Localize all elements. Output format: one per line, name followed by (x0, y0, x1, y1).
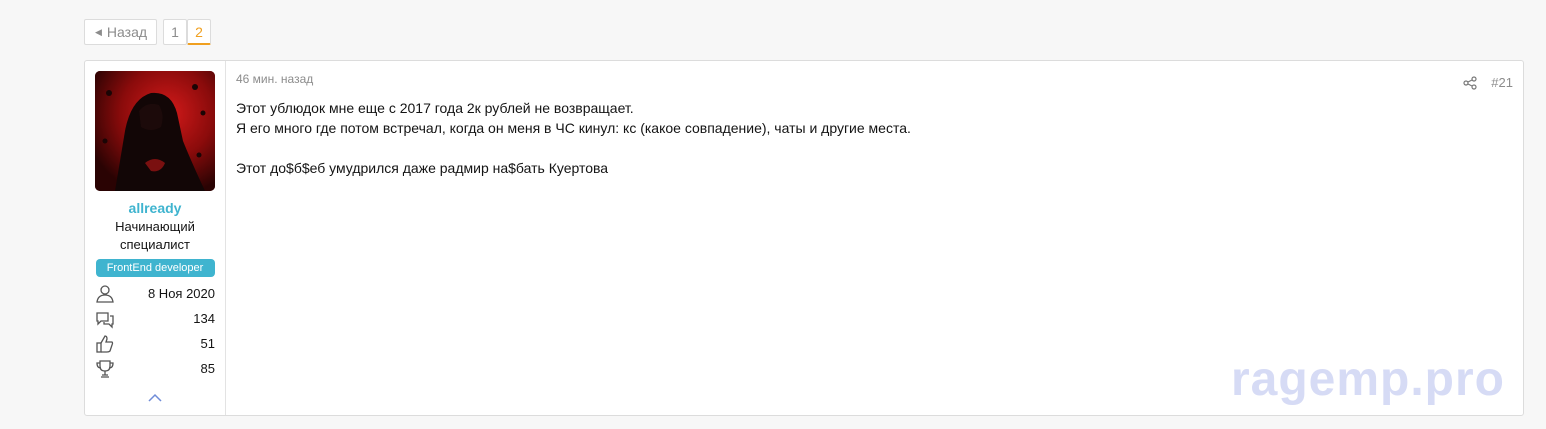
user-icon (96, 284, 114, 303)
pagination: ◀ Назад 1 2 (84, 19, 211, 45)
share-icon[interactable] (1463, 75, 1477, 90)
author-stats: 8 Ноя 2020 134 51 85 (95, 281, 215, 381)
reactions-count: 51 (200, 336, 215, 351)
post-body: Этот ублюдок мне еще с 2017 года 2к рубл… (236, 98, 1513, 178)
site-watermark: ragemp.pro (1230, 353, 1505, 406)
user-info-panel: allready Начинающий специалист FrontEnd … (85, 61, 226, 415)
message-content: 46 мин. назад #21 Этот ублюдок мне еще с… (226, 61, 1523, 415)
trophy-icon (96, 359, 114, 378)
stat-points: 85 (95, 356, 215, 381)
page-link-2-current[interactable]: 2 (187, 19, 211, 45)
post-actions: #21 (1463, 75, 1513, 90)
stat-reactions: 51 (95, 331, 215, 356)
points-count: 85 (200, 361, 215, 376)
post-body-line: Этот ублюдок мне еще с 2017 года 2к рубл… (236, 100, 634, 116)
prev-page-button[interactable]: ◀ Назад (84, 19, 157, 45)
chevron-up-icon (148, 393, 162, 402)
thumbs-up-icon (96, 334, 114, 353)
collapse-user-info-button[interactable] (148, 393, 162, 402)
post-body-line: Я его много где потом встречал, когда он… (236, 120, 911, 136)
caret-left-icon: ◀ (95, 26, 102, 37)
author-badge: FrontEnd developer (95, 259, 215, 277)
post-date-link[interactable]: 46 мин. назад (236, 72, 1513, 86)
author-title: Начинающий специалист (115, 219, 195, 252)
prev-page-label: Назад (106, 24, 148, 40)
messages-count: 134 (193, 311, 215, 326)
post-number-link[interactable]: #21 (1491, 75, 1513, 90)
stat-registered: 8 Ноя 2020 (95, 281, 215, 306)
avatar[interactable] (95, 71, 215, 191)
page-link-1[interactable]: 1 (163, 19, 187, 45)
avatar-image (95, 71, 215, 191)
post-body-line: Этот до$б$еб умудрился даже радмир на$ба… (236, 160, 609, 176)
registered-date: 8 Ноя 2020 (147, 286, 215, 301)
post-body-line (236, 138, 1513, 158)
messages-icon (96, 311, 114, 329)
post-card: allready Начинающий специалист FrontEnd … (84, 60, 1524, 416)
stat-messages: 134 (95, 306, 215, 331)
author-name-link[interactable]: allready (129, 200, 182, 216)
